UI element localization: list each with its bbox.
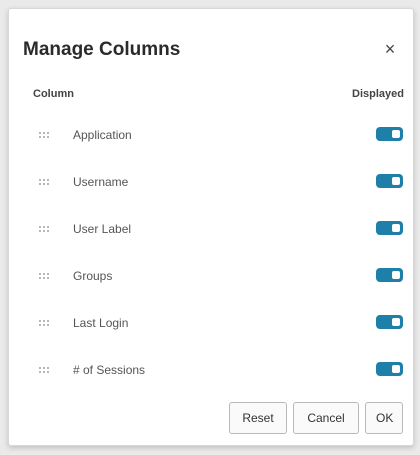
- reset-button[interactable]: Reset: [229, 402, 287, 434]
- toggle-knob: [392, 365, 400, 373]
- toggle-knob: [392, 177, 400, 185]
- dialog-title: Manage Columns: [23, 39, 181, 60]
- displayed-toggle[interactable]: [376, 174, 403, 188]
- drag-handle-icon[interactable]: [39, 130, 53, 140]
- column-label: Groups: [73, 269, 113, 283]
- ok-button[interactable]: OK: [365, 402, 403, 434]
- toggle-knob: [392, 224, 400, 232]
- displayed-toggle[interactable]: [376, 362, 403, 376]
- toggle-knob: [392, 318, 400, 326]
- column-header: Column: [33, 88, 74, 100]
- displayed-header: Displayed: [352, 88, 404, 100]
- drag-handle-icon[interactable]: [39, 365, 53, 375]
- column-row-username: Username: [9, 159, 413, 206]
- column-label: # of Sessions: [73, 363, 146, 377]
- displayed-toggle[interactable]: [376, 127, 403, 141]
- column-row-sessions: # of Sessions: [9, 347, 413, 394]
- column-row-user-label: User Label: [9, 206, 413, 253]
- drag-handle-icon[interactable]: [39, 177, 53, 187]
- displayed-toggle[interactable]: [376, 268, 403, 282]
- column-row-groups: Groups: [9, 253, 413, 300]
- column-label: Username: [73, 175, 129, 189]
- column-label: Application: [73, 128, 132, 142]
- drag-handle-icon[interactable]: [39, 224, 53, 234]
- manage-columns-dialog: Manage Columns × Column Displayed Applic…: [8, 8, 414, 446]
- column-row-last-login: Last Login: [9, 300, 413, 347]
- column-list: Application Username User Label Groups L…: [9, 112, 413, 394]
- column-label: Last Login: [73, 316, 129, 330]
- column-label: User Label: [73, 222, 132, 236]
- drag-handle-icon[interactable]: [39, 318, 53, 328]
- dialog-footer: Reset Cancel OK: [229, 402, 403, 434]
- column-row-application: Application: [9, 112, 413, 159]
- toggle-knob: [392, 271, 400, 279]
- close-icon[interactable]: ×: [381, 40, 399, 58]
- toggle-knob: [392, 130, 400, 138]
- drag-handle-icon[interactable]: [39, 271, 53, 281]
- displayed-toggle[interactable]: [376, 221, 403, 235]
- displayed-toggle[interactable]: [376, 315, 403, 329]
- cancel-button[interactable]: Cancel: [293, 402, 359, 434]
